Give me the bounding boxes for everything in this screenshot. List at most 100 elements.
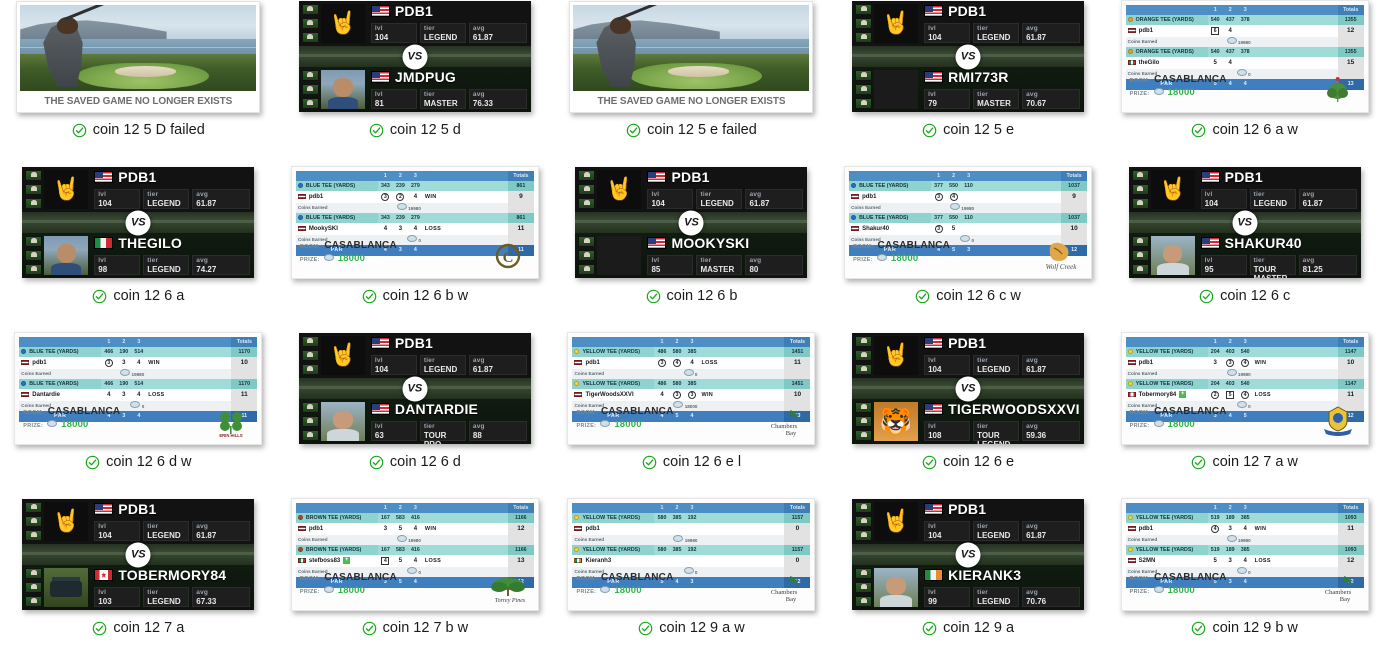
file-label[interactable]: coin 12 7 a	[92, 620, 184, 636]
file-label[interactable]: coin 12 6 a w	[1191, 122, 1298, 138]
thumbnail-cell[interactable]: PDB1lvl104tierLEGENDavg61.87RMI773Rlvl79…	[830, 0, 1107, 166]
thumbnail-image[interactable]: PDB1lvl104tierLEGENDavg61.87THEGILOlvl98…	[14, 166, 262, 279]
matchup-thumbnail[interactable]: PDB1lvl104tierLEGENDavg61.87TIGERWOODSXX…	[852, 333, 1085, 444]
file-name[interactable]: coin 12 7 a	[113, 620, 184, 636]
scorecard-thumbnail[interactable]: 1 2 3 Totals BLUE TEE (YARDS) 343 239 279 861 pdb…	[290, 166, 539, 279]
scorecard-thumbnail[interactable]: 1 2 3 Totals YELLOW TEE (YARDS) 486 580 385 1451…	[567, 332, 816, 445]
file-name[interactable]: coin 12 6 a w	[1212, 122, 1297, 138]
thumbnail-image[interactable]: 1 2 3 Totals ORANGE TEE (YARDS) 540 437 378 1355…	[1120, 0, 1369, 113]
file-name[interactable]: coin 12 6 e	[943, 454, 1014, 470]
matchup-thumbnail[interactable]: PDB1lvl104tierLEGENDavg61.87SHAKUR40lvl9…	[1128, 167, 1361, 278]
thumbnail-image[interactable]: PDB1lvl104tierLEGENDavg61.87JMDPUGlvl81t…	[291, 0, 539, 113]
file-name[interactable]: coin 12 6 b w	[383, 288, 468, 304]
thumbnail-cell[interactable]: PDB1lvl104tierLEGENDavg61.87TIGERWOODSXX…	[830, 332, 1107, 498]
thumbnail-image[interactable]: 1 2 3 Totals YELLOW TEE (YARDS) 519 189 385 1093…	[1120, 498, 1369, 611]
thumbnail-cell[interactable]: 1 2 3 Totals ORANGE TEE (YARDS) 540 437 378 1355…	[1106, 0, 1383, 166]
thumbnail-image[interactable]: PDB1lvl104tierLEGENDavg61.87KIERANK3lvl9…	[844, 498, 1092, 611]
file-label[interactable]: coin 12 7 a w	[1191, 454, 1298, 470]
file-label[interactable]: coin 12 7 b w	[362, 620, 468, 636]
thumbnail-cell[interactable]: 1 2 3 Totals YELLOW TEE (YARDS) 519 189 385 1093…	[1106, 498, 1383, 645]
file-label[interactable]: coin 12 5 d	[369, 122, 461, 138]
thumbnail-image[interactable]: THE SAVED GAME NO LONGER EXISTS	[567, 0, 815, 113]
file-label[interactable]: coin 12 9 a	[922, 620, 1014, 636]
scorecard-thumbnail[interactable]: 1 2 3 Totals BROWN TEE (YARDS) 167 583 416 1166 p…	[290, 498, 539, 611]
thumbnail-cell[interactable]: 1 2 3 Totals YELLOW TEE (YARDS) 204 403 540 1147…	[1106, 332, 1383, 498]
matchup-thumbnail[interactable]: PDB1lvl104tierLEGENDavg61.87JMDPUGlvl81t…	[298, 1, 531, 112]
file-label[interactable]: coin 12 9 a w	[638, 620, 745, 636]
file-label[interactable]: coin 12 6 b	[646, 288, 738, 304]
thumbnail-image[interactable]: 1 2 3 Totals BLUE TEE (YARDS) 343 239 279 861 pdb…	[290, 166, 539, 279]
file-label[interactable]: coin 12 9 b w	[1191, 620, 1298, 636]
file-label[interactable]: coin 12 6 a	[92, 288, 184, 304]
thumbnail-cell[interactable]: PDB1lvl104tierLEGENDavg61.87MOOKYSKIlvl8…	[553, 166, 830, 332]
matchup-thumbnail[interactable]: PDB1lvl104tierLEGENDavg61.87THEGILOlvl98…	[22, 167, 255, 278]
file-name[interactable]: coin 12 5 d	[390, 122, 461, 138]
file-name[interactable]: coin 12 9 b w	[1212, 620, 1297, 636]
thumbnail-cell[interactable]: 1 2 3 Totals BLUE TEE (YARDS) 466 190 514 1170 pd…	[0, 332, 277, 498]
scorecard-thumbnail[interactable]: 1 2 3 Totals ORANGE TEE (YARDS) 540 437 378 1355…	[1120, 0, 1369, 113]
matchup-thumbnail[interactable]: PDB1lvl104tierLEGENDavg61.87KIERANK3lvl9…	[852, 499, 1085, 610]
file-name[interactable]: coin 12 6 c	[1220, 288, 1290, 304]
thumbnail-cell[interactable]: PDB1lvl104tierLEGENDavg61.87JMDPUGlvl81t…	[277, 0, 554, 166]
file-name[interactable]: coin 12 9 a	[943, 620, 1014, 636]
thumbnail-image[interactable]: PDB1lvl104tierLEGENDavg61.87TOBERMORY84l…	[14, 498, 262, 611]
scorecard-thumbnail[interactable]: 1 2 3 Totals YELLOW TEE (YARDS) 580 385 192 1157…	[567, 498, 816, 611]
thumbnail-image[interactable]: PDB1lvl104tierLEGENDavg61.87TIGERWOODSXX…	[844, 332, 1092, 445]
file-label[interactable]: coin 12 6 d	[369, 454, 461, 470]
thumbnail-cell[interactable]: PDB1lvl104tierLEGENDavg61.87THEGILOlvl98…	[0, 166, 277, 332]
thumbnail-image[interactable]: PDB1lvl104tierLEGENDavg61.87RMI773Rlvl79…	[844, 0, 1092, 113]
add-friend-icon[interactable]: +	[1179, 390, 1187, 398]
scorecard-thumbnail[interactable]: 1 2 3 Totals YELLOW TEE (YARDS) 204 403 540 1147…	[1120, 332, 1369, 445]
thumbnail-cell[interactable]: PDB1lvl104tierLEGENDavg61.87SHAKUR40lvl9…	[1106, 166, 1383, 332]
file-name[interactable]: coin 12 6 c w	[936, 288, 1021, 304]
file-name[interactable]: coin 12 6 d	[390, 454, 461, 470]
scorecard-thumbnail[interactable]: 1 2 3 Totals BLUE TEE (YARDS) 466 190 514 1170 pd…	[14, 332, 263, 445]
file-name[interactable]: coin 12 6 d w	[106, 454, 191, 470]
file-label[interactable]: coin 12 5 e	[922, 122, 1014, 138]
thumbnail-cell[interactable]: PDB1lvl104tierLEGENDavg61.87KIERANK3lvl9…	[830, 498, 1107, 645]
add-friend-icon[interactable]: +	[343, 556, 351, 564]
thumbnail-image[interactable]: PDB1lvl104tierLEGENDavg61.87SHAKUR40lvl9…	[1121, 166, 1369, 279]
file-label[interactable]: coin 12 6 c	[1199, 288, 1290, 304]
file-name[interactable]: coin 12 5 D failed	[93, 122, 205, 138]
thumbnail-image[interactable]: 1 2 3 Totals YELLOW TEE (YARDS) 580 385 192 1157…	[567, 498, 816, 611]
saved-game-thumbnail[interactable]: THE SAVED GAME NO LONGER EXISTS	[569, 0, 814, 113]
file-label[interactable]: coin 12 6 d w	[85, 454, 192, 470]
file-label[interactable]: coin 12 6 e l	[642, 454, 741, 470]
scorecard-thumbnail[interactable]: 1 2 3 Totals BLUE TEE (YARDS) 377 550 110 1037 pd…	[844, 166, 1093, 279]
file-name[interactable]: coin 12 9 a w	[659, 620, 744, 636]
thumbnail-cell[interactable]: PDB1lvl104tierLEGENDavg61.87DANTARDIElvl…	[277, 332, 554, 498]
matchup-thumbnail[interactable]: PDB1lvl104tierLEGENDavg61.87MOOKYSKIlvl8…	[575, 167, 808, 278]
scorecard-thumbnail[interactable]: 1 2 3 Totals YELLOW TEE (YARDS) 519 189 385 1093…	[1120, 498, 1369, 611]
thumbnail-image[interactable]: THE SAVED GAME NO LONGER EXISTS	[14, 0, 262, 113]
file-name[interactable]: coin 12 7 a w	[1212, 454, 1297, 470]
thumbnail-grid[interactable]: THE SAVED GAME NO LONGER EXISTS coin 12 5…	[0, 0, 1383, 645]
file-name[interactable]: coin 12 7 b w	[383, 620, 468, 636]
thumbnail-image[interactable]: 1 2 3 Totals YELLOW TEE (YARDS) 486 580 385 1451…	[567, 332, 816, 445]
file-name[interactable]: coin 12 6 b	[667, 288, 738, 304]
thumbnail-cell[interactable]: THE SAVED GAME NO LONGER EXISTS coin 12 5…	[553, 0, 830, 166]
thumbnail-image[interactable]: 1 2 3 Totals BROWN TEE (YARDS) 167 583 416 1166 p…	[290, 498, 539, 611]
thumbnail-image[interactable]: 1 2 3 Totals BLUE TEE (YARDS) 377 550 110 1037 pd…	[844, 166, 1093, 279]
thumbnail-cell[interactable]: 1 2 3 Totals BROWN TEE (YARDS) 167 583 416 1166 p…	[277, 498, 554, 645]
thumbnail-image[interactable]: PDB1lvl104tierLEGENDavg61.87MOOKYSKIlvl8…	[567, 166, 815, 279]
file-name[interactable]: coin 12 5 e failed	[647, 122, 757, 138]
file-label[interactable]: coin 12 6 e	[922, 454, 1014, 470]
matchup-thumbnail[interactable]: PDB1lvl104tierLEGENDavg61.87RMI773Rlvl79…	[852, 1, 1085, 112]
thumbnail-image[interactable]: 1 2 3 Totals YELLOW TEE (YARDS) 204 403 540 1147…	[1120, 332, 1369, 445]
file-name[interactable]: coin 12 6 a	[113, 288, 184, 304]
thumbnail-cell[interactable]: 1 2 3 Totals BLUE TEE (YARDS) 343 239 279 861 pdb…	[277, 166, 554, 332]
thumbnail-cell[interactable]: 1 2 3 Totals YELLOW TEE (YARDS) 580 385 192 1157…	[553, 498, 830, 645]
thumbnail-image[interactable]: PDB1lvl104tierLEGENDavg61.87DANTARDIElvl…	[291, 332, 539, 445]
file-label[interactable]: coin 12 6 c w	[915, 288, 1021, 304]
file-label[interactable]: coin 12 5 D failed	[72, 122, 205, 138]
thumbnail-cell[interactable]: 1 2 3 Totals BLUE TEE (YARDS) 377 550 110 1037 pd…	[830, 166, 1107, 332]
matchup-thumbnail[interactable]: PDB1lvl104tierLEGENDavg61.87DANTARDIElvl…	[298, 333, 531, 444]
file-name[interactable]: coin 12 6 e l	[663, 454, 741, 470]
thumbnail-cell[interactable]: THE SAVED GAME NO LONGER EXISTS coin 12 5…	[0, 0, 277, 166]
matchup-thumbnail[interactable]: PDB1lvl104tierLEGENDavg61.87TOBERMORY84l…	[22, 499, 255, 610]
file-label[interactable]: coin 12 6 b w	[362, 288, 468, 304]
thumbnail-cell[interactable]: 1 2 3 Totals YELLOW TEE (YARDS) 486 580 385 1451…	[553, 332, 830, 498]
thumbnail-cell[interactable]: PDB1lvl104tierLEGENDavg61.87TOBERMORY84l…	[0, 498, 277, 645]
saved-game-thumbnail[interactable]: THE SAVED GAME NO LONGER EXISTS	[16, 0, 261, 113]
